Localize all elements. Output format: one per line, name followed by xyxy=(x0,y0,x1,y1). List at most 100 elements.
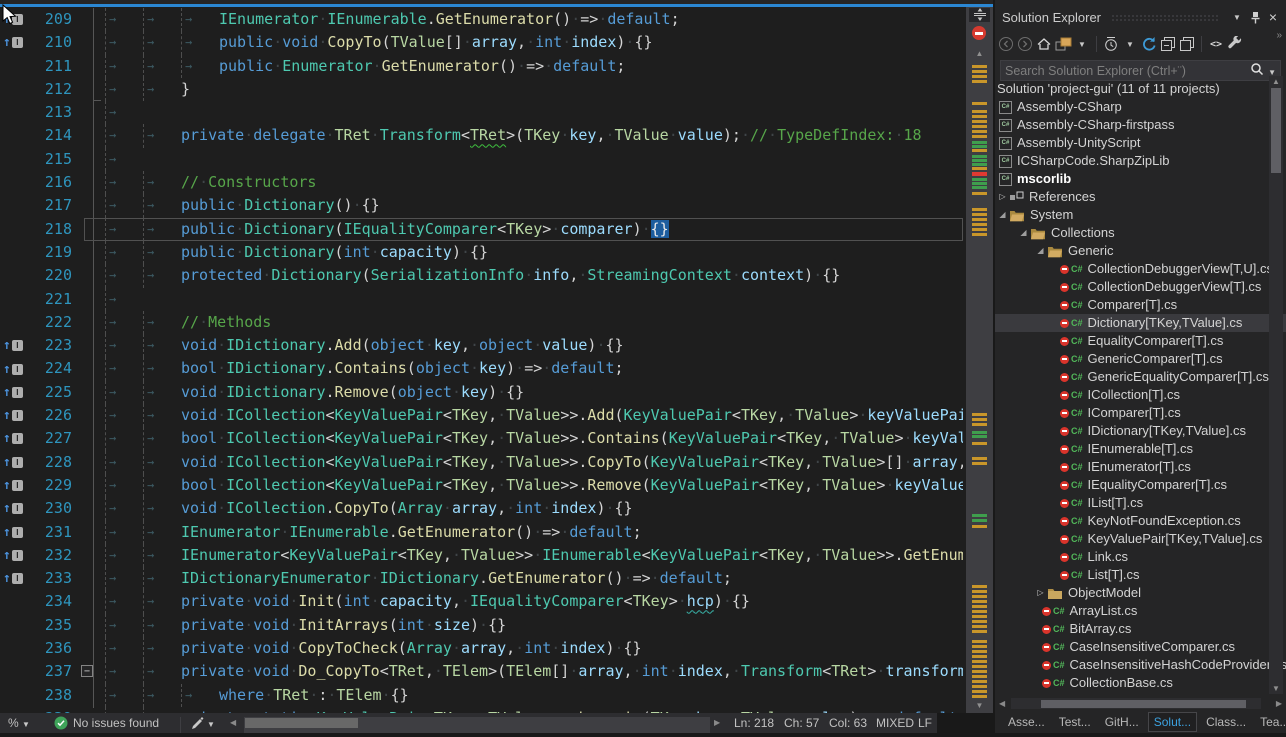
tree-item[interactable]: C#IEqualityComparer[T].cs xyxy=(995,476,1286,494)
line-number[interactable]: 226 xyxy=(30,404,72,427)
glyph-margin[interactable] xyxy=(0,218,30,241)
scroll-down-arrow[interactable]: ▼ xyxy=(1269,684,1283,693)
line-number[interactable]: 228 xyxy=(30,451,72,474)
outlining-margin[interactable] xyxy=(72,8,105,31)
line-number[interactable]: 213 xyxy=(30,101,72,124)
tree-item[interactable]: C#KeyNotFoundException.cs xyxy=(995,512,1286,530)
tree-item[interactable]: C#CollectionDebuggerView[T].cs xyxy=(995,278,1286,296)
properties-icon[interactable] xyxy=(1226,36,1244,52)
outlining-margin[interactable] xyxy=(72,31,105,54)
outlining-margin[interactable] xyxy=(72,194,105,217)
outlining-margin[interactable] xyxy=(72,404,105,427)
tree-item[interactable]: C#IEnumerable[T].cs xyxy=(995,440,1286,458)
glyph-margin[interactable] xyxy=(0,78,30,101)
issues-status-text[interactable]: No issues found xyxy=(73,713,159,733)
chevron-expanded-icon[interactable]: ◢ xyxy=(996,206,1009,224)
code-line[interactable]: ↑I226→→void·ICollection<KeyValuePair<TKe… xyxy=(0,404,963,427)
outlining-margin[interactable] xyxy=(72,264,105,287)
chevron-expanded-icon[interactable]: ◢ xyxy=(1017,224,1030,242)
split-window-grip-icon[interactable] xyxy=(969,8,990,22)
history-icon[interactable] xyxy=(1102,36,1120,52)
line-number[interactable]: 216 xyxy=(30,171,72,194)
line-number[interactable]: 210 xyxy=(30,31,72,54)
outlining-margin[interactable] xyxy=(72,497,105,520)
outlining-margin[interactable] xyxy=(72,171,105,194)
line-number[interactable]: 232 xyxy=(30,544,72,567)
panel-tab-class[interactable]: Class... xyxy=(1201,713,1251,731)
tree-item[interactable]: ◢Generic xyxy=(995,242,1286,260)
tree-item[interactable]: C#CaseInsensitiveHashCodeProvider.cs xyxy=(995,656,1286,674)
line-number[interactable]: 214 xyxy=(30,124,72,147)
hscroll-left-arrow[interactable]: ◀ xyxy=(999,696,1005,711)
hscroll-right-arrow[interactable]: ▶ xyxy=(714,713,720,733)
line-number[interactable]: 220 xyxy=(30,264,72,287)
outlining-margin[interactable] xyxy=(72,451,105,474)
hscroll-right-arrow[interactable]: ▶ xyxy=(1276,696,1282,711)
code-line[interactable]: 215→ xyxy=(0,148,963,171)
line-number[interactable]: 233 xyxy=(30,567,72,590)
line-number[interactable]: 231 xyxy=(30,521,72,544)
line-number[interactable]: 222 xyxy=(30,311,72,334)
code-line[interactable]: 238→→→where·TRet·:·TElem·{} xyxy=(0,684,963,707)
chevron-down-icon[interactable]: ▼ xyxy=(207,713,215,733)
tree-item[interactable]: ▷References xyxy=(995,188,1286,206)
glyph-margin[interactable] xyxy=(0,288,30,311)
zoom-control[interactable]: % ▼ xyxy=(8,713,30,733)
glyph-margin[interactable] xyxy=(0,171,30,194)
tree-item[interactable]: C#IComparer[T].cs xyxy=(995,404,1286,422)
window-position-chevron-icon[interactable]: ▼ xyxy=(1228,9,1246,25)
outlining-margin[interactable] xyxy=(72,637,105,660)
hscroll-thumb[interactable] xyxy=(245,718,358,728)
glyph-margin[interactable] xyxy=(0,55,30,78)
tree-item[interactable]: C#CaseInsensitiveComparer.cs xyxy=(995,638,1286,656)
code-line[interactable]: 236→→private·void·CopyToCheck(Array·arra… xyxy=(0,637,963,660)
editor-vertical-scrollbar[interactable]: ▲ ▼ xyxy=(966,7,993,713)
code-line[interactable]: 217→→public·Dictionary()·{} xyxy=(0,194,963,217)
search-input[interactable]: Search Solution Explorer (Ctrl+¨) ▼ xyxy=(1000,60,1281,81)
chevron-collapsed-icon[interactable]: ▷ xyxy=(996,188,1009,206)
chevron-expanded-icon[interactable]: ◢ xyxy=(1034,242,1047,260)
glyph-margin[interactable] xyxy=(0,241,30,264)
glyph-margin[interactable]: ↑I xyxy=(0,544,30,567)
scroll-down-arrow[interactable]: ▼ xyxy=(966,701,993,710)
tree-item[interactable]: C#KeyValuePair[TKey,TValue].cs xyxy=(995,530,1286,548)
line-number[interactable]: 218 xyxy=(30,218,72,241)
code-line[interactable]: 211→→→public·Enumerator·GetEnumerator()·… xyxy=(0,55,963,78)
outlining-margin[interactable] xyxy=(72,311,105,334)
home-icon[interactable] xyxy=(1035,36,1053,52)
tree-item[interactable]: C#ICollection[T].cs xyxy=(995,386,1286,404)
line-number[interactable]: 211 xyxy=(30,55,72,78)
code-line[interactable]: ↑I228→→void·ICollection<KeyValuePair<TKe… xyxy=(0,451,963,474)
show-all-files-icon[interactable] xyxy=(1178,36,1196,52)
chevron-collapsed-icon[interactable]: ▷ xyxy=(1034,584,1047,602)
line-number[interactable]: 229 xyxy=(30,474,72,497)
code-line[interactable]: ↑I209→→→IEnumerator·IEnumerable.GetEnume… xyxy=(0,8,963,31)
line-number[interactable]: 236 xyxy=(30,637,72,660)
outlining-margin[interactable] xyxy=(72,288,105,311)
glyph-margin[interactable] xyxy=(0,660,30,683)
glyph-margin[interactable]: ↑I xyxy=(0,381,30,404)
code-line[interactable]: 214→→private·delegate·TRet·Transform<TRe… xyxy=(0,124,963,147)
panel-tab-gith[interactable]: GitH... xyxy=(1100,713,1144,731)
code-line[interactable]: ↑I230→→void·ICollection.CopyTo(Array·arr… xyxy=(0,497,963,520)
glyph-margin[interactable]: ↑I xyxy=(0,497,30,520)
code-line[interactable]: ↑I223→→void·IDictionary.Add(object·key,·… xyxy=(0,334,963,357)
code-line[interactable]: 222→→//·Methods xyxy=(0,311,963,334)
code-line[interactable]: 213→ xyxy=(0,101,963,124)
code-line[interactable]: ↑I231→→IEnumerator·IEnumerable.GetEnumer… xyxy=(0,521,963,544)
glyph-margin[interactable]: ↑I xyxy=(0,567,30,590)
panel-tab-asse[interactable]: Asse... xyxy=(1003,713,1050,731)
panel-horizontal-scrollbar[interactable]: ◀ ▶ xyxy=(995,696,1286,711)
glyph-margin[interactable] xyxy=(0,194,30,217)
tree-item[interactable]: C#ArrayList.cs xyxy=(995,602,1286,620)
tree-item[interactable]: C#IList[T].cs xyxy=(995,494,1286,512)
glyph-margin[interactable] xyxy=(0,264,30,287)
panel-tab-test[interactable]: Test... xyxy=(1054,713,1096,731)
outlining-margin[interactable] xyxy=(72,241,105,264)
panel-tab-solut[interactable]: Solut... xyxy=(1148,712,1197,732)
outlining-margin[interactable] xyxy=(72,334,105,357)
glyph-margin[interactable] xyxy=(0,124,30,147)
code-line[interactable]: ↑I227→→bool·ICollection<KeyValuePair<TKe… xyxy=(0,427,963,450)
glyph-margin[interactable]: ↑I xyxy=(0,521,30,544)
code-area[interactable]: ↑I209→→→IEnumerator·IEnumerable.GetEnume… xyxy=(0,7,993,714)
